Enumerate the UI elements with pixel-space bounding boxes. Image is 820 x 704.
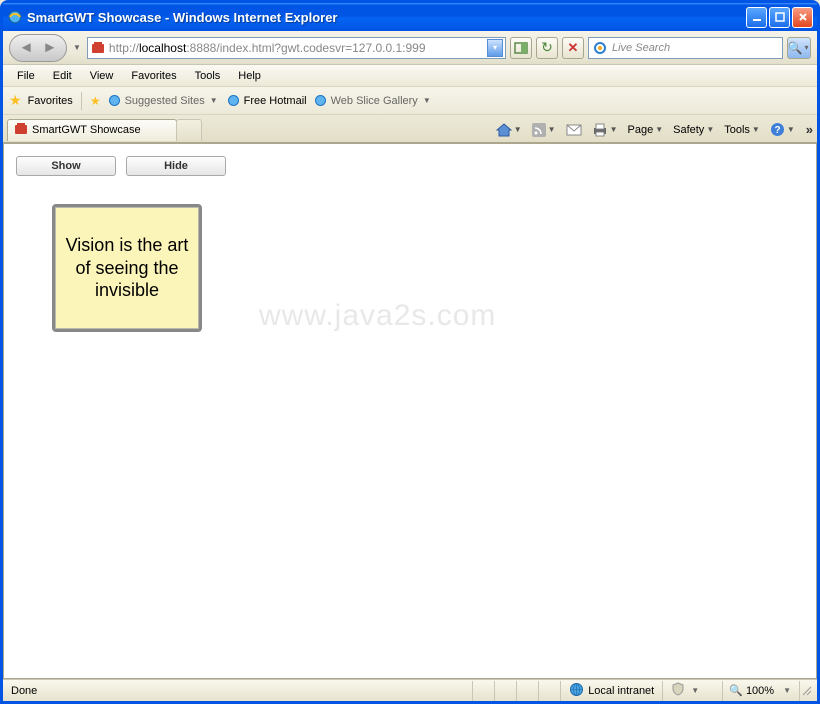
ie-page-icon xyxy=(226,93,241,108)
tab-favicon xyxy=(14,122,28,139)
menu-bar: File Edit View Favorites Tools Help xyxy=(3,65,817,87)
status-bar: Done Local intranet ▼ 🔍 100% ▼ xyxy=(3,679,817,701)
status-cell xyxy=(494,681,516,701)
favorites-star-icon[interactable]: ★ xyxy=(9,92,22,109)
new-tab-button[interactable] xyxy=(176,119,202,141)
zoom-value: 100% xyxy=(746,685,774,697)
shield-icon xyxy=(671,682,685,699)
stop-button[interactable]: ✕ xyxy=(562,37,584,59)
watermark-text: www.java2s.com xyxy=(259,299,496,333)
search-placeholder: Live Search xyxy=(612,42,670,54)
menu-help[interactable]: Help xyxy=(230,68,269,84)
address-bar[interactable]: http://localhost:8888/index.html?gwt.cod… xyxy=(87,37,506,59)
menu-view[interactable]: View xyxy=(82,68,122,84)
bing-icon xyxy=(592,40,608,56)
minimize-button[interactable] xyxy=(746,7,767,28)
search-box[interactable]: Live Search xyxy=(588,37,783,59)
ie-icon xyxy=(7,9,23,25)
web-slice-link[interactable]: Web Slice Gallery ▼ xyxy=(313,93,433,108)
security-zone[interactable]: Local intranet xyxy=(560,681,662,701)
ie-page-icon xyxy=(107,93,122,108)
forward-icon: ► xyxy=(42,39,57,56)
site-favicon xyxy=(90,40,106,56)
readmail-button[interactable] xyxy=(563,122,585,138)
menu-favorites[interactable]: Favorites xyxy=(123,68,184,84)
status-cell xyxy=(472,681,494,701)
page-menu[interactable]: Page▼ xyxy=(625,122,667,138)
window-title: SmartGWT Showcase - Windows Internet Exp… xyxy=(27,10,746,25)
status-done: Done xyxy=(7,685,37,697)
hide-button[interactable]: Hide xyxy=(126,156,226,176)
zoom-icon: 🔍 xyxy=(729,684,743,697)
compat-view-button[interactable] xyxy=(510,37,532,59)
page-content: Show Hide Vision is the art of seeing th… xyxy=(3,143,817,679)
resize-grip[interactable] xyxy=(799,681,813,701)
home-button[interactable]: ▼ xyxy=(493,121,525,139)
back-forward-buttons[interactable]: ◄ ► xyxy=(9,34,67,62)
help-button[interactable]: ?▼ xyxy=(767,120,798,139)
nav-toolbar: ◄ ► ▼ http://localhost:8888/index.html?g… xyxy=(3,31,817,65)
favorites-bar: ★ Favorites ★ Suggested Sites ▼ Free Hot… xyxy=(3,87,817,115)
suggested-sites-link[interactable]: Suggested Sites ▼ xyxy=(107,93,220,108)
zoom-control[interactable]: 🔍 100% ▼ xyxy=(722,681,799,701)
back-icon: ◄ xyxy=(19,39,34,56)
tab-active[interactable]: SmartGWT Showcase xyxy=(7,119,177,141)
free-hotmail-link[interactable]: Free Hotmail xyxy=(226,93,307,108)
search-button[interactable]: 🔍▾ xyxy=(787,37,811,59)
tab-label: SmartGWT Showcase xyxy=(32,124,141,136)
tab-bar: SmartGWT Showcase ▼ ▼ ▼ Page▼ Safety▼ To… xyxy=(3,115,817,143)
favorites-label[interactable]: Favorites xyxy=(28,95,73,107)
overflow-chevron[interactable]: » xyxy=(806,122,813,137)
ie-page-icon xyxy=(313,93,328,108)
refresh-button[interactable]: ↻ xyxy=(536,37,558,59)
safety-menu[interactable]: Safety▼ xyxy=(670,122,717,138)
zone-icon xyxy=(569,682,584,700)
status-cell xyxy=(516,681,538,701)
show-button[interactable]: Show xyxy=(16,156,116,176)
menu-edit[interactable]: Edit xyxy=(45,68,80,84)
address-dropdown[interactable]: ▾ xyxy=(487,39,503,57)
nav-history-dropdown[interactable]: ▼ xyxy=(73,43,81,52)
note-box: Vision is the art of seeing the invisibl… xyxy=(52,204,202,332)
url-text: http://localhost:8888/index.html?gwt.cod… xyxy=(109,41,487,55)
status-cell xyxy=(538,681,560,701)
add-favorite-icon[interactable]: ★ xyxy=(90,94,101,108)
tools-menu[interactable]: Tools▼ xyxy=(721,122,763,138)
close-button[interactable] xyxy=(792,7,813,28)
svg-text:?: ? xyxy=(774,125,780,136)
menu-tools[interactable]: Tools xyxy=(187,68,229,84)
note-text: Vision is the art of seeing the invisibl… xyxy=(63,234,191,302)
titlebar: SmartGWT Showcase - Windows Internet Exp… xyxy=(3,3,817,31)
protected-mode[interactable]: ▼ xyxy=(662,681,722,701)
maximize-button[interactable] xyxy=(769,7,790,28)
separator xyxy=(81,92,82,110)
feeds-button[interactable]: ▼ xyxy=(529,121,559,139)
menu-file[interactable]: File xyxy=(9,68,43,84)
print-button[interactable]: ▼ xyxy=(589,121,621,139)
